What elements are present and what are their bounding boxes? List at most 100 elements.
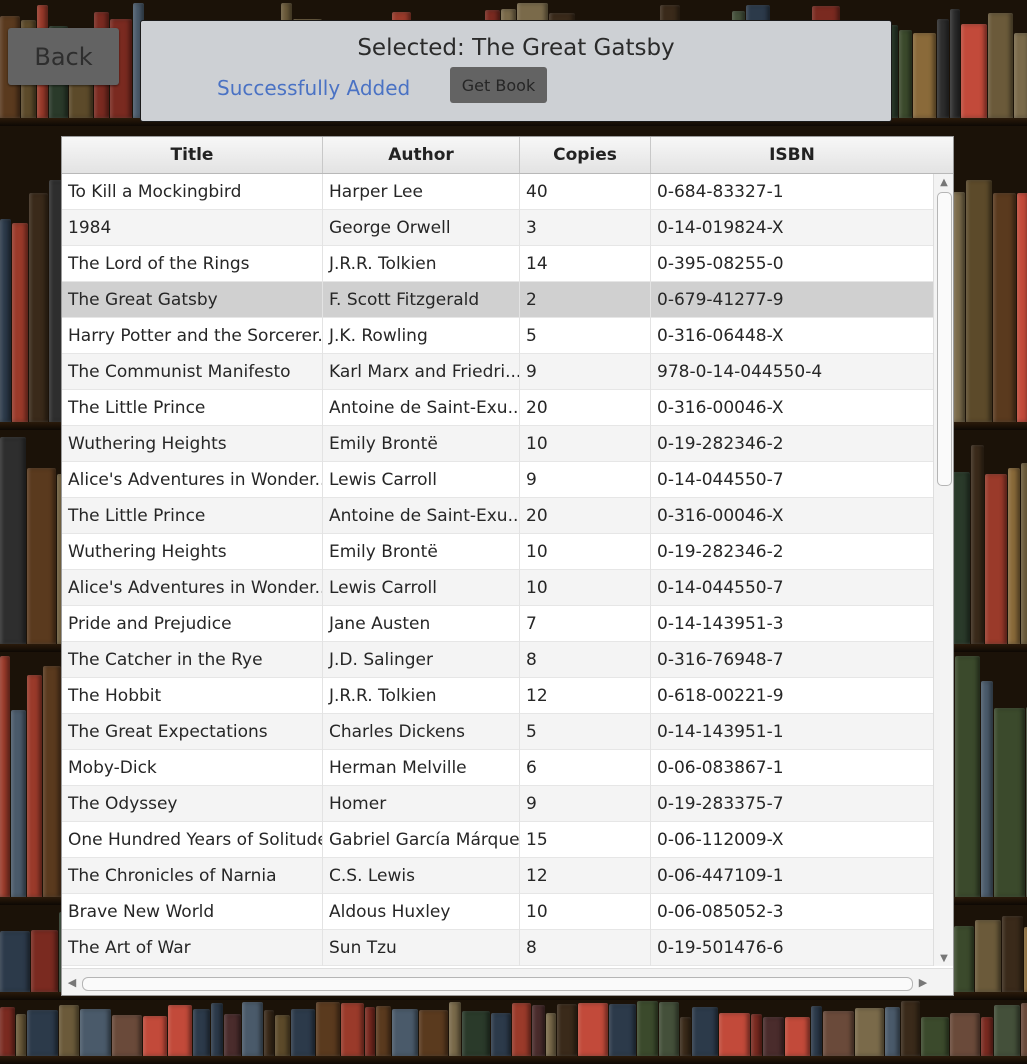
table-row[interactable]: The Art of War Sun Tzu 8 0-19-501476-6 [62, 930, 933, 966]
column-header-title[interactable]: Title [62, 137, 323, 173]
cell-copies: 20 [520, 498, 651, 534]
book-spine [950, 9, 960, 118]
back-button[interactable]: Back [8, 28, 119, 85]
book-spine [27, 1010, 58, 1056]
book-spine [29, 193, 48, 422]
cell-isbn: 978-0-14-044550-4 [657, 362, 823, 382]
book-spine [365, 1007, 375, 1056]
book-spine [785, 1017, 810, 1056]
book-spine [532, 1005, 545, 1056]
cell-isbn: 0-14-044550-7 [657, 470, 784, 490]
book-spine [392, 1009, 418, 1056]
cell-copies: 10 [520, 894, 651, 930]
book-spine [211, 1003, 223, 1056]
cell-author: Antoine de Saint-Exu... [323, 498, 520, 534]
cell-title: The Lord of the Rings [62, 246, 323, 282]
column-header-isbn[interactable]: ISBN [651, 137, 933, 173]
book-spine [719, 1013, 750, 1056]
cell-author: Karl Marx and Friedri... [323, 354, 520, 390]
status-message: Successfully Added [217, 76, 411, 100]
cell-copies: 9 [520, 462, 651, 498]
column-header-copies[interactable]: Copies [520, 137, 651, 173]
book-spine [1021, 463, 1027, 644]
cell-author: Sun Tzu [323, 930, 520, 966]
vertical-scroll-thumb[interactable] [937, 192, 952, 486]
cell-copies: 6 [520, 750, 651, 786]
table-row[interactable]: The Little Prince Antoine de Saint-Exu...… [62, 390, 933, 426]
table-row[interactable]: The Chronicles of Narnia C.S. Lewis 12 0-06… [62, 858, 933, 894]
table-row[interactable]: Brave New World Aldous Huxley 10 0-06-08505… [62, 894, 933, 930]
column-header-author[interactable]: Author [323, 137, 520, 173]
cell-isbn: 0-14-143951-1 [657, 722, 784, 742]
cell-author: Lewis Carroll [323, 570, 520, 606]
cell-isbn: 0-395-08255-0 [657, 254, 784, 274]
cell-author: Emily Brontë [323, 534, 520, 570]
vertical-scrollbar[interactable]: ▲ ▼ [933, 174, 953, 966]
cell-author: Aldous Huxley [323, 894, 520, 930]
table-row[interactable]: The Catcher in the Rye J.D. Salinger 8 0-31… [62, 642, 933, 678]
book-spine [80, 1009, 111, 1056]
table-row[interactable]: One Hundred Years of Solitude Gabriel Gar… [62, 822, 933, 858]
cell-isbn: 0-19-282346-2 [657, 434, 784, 454]
book-spine [609, 1004, 636, 1056]
book-spine [512, 1003, 531, 1056]
cell-author: Emily Brontë [323, 426, 520, 462]
table-row[interactable]: Pride and Prejudice Jane Austen 7 0-14-1439… [62, 606, 933, 642]
book-spine [899, 30, 912, 118]
table-row[interactable]: The Communist Manifesto Karl Marx and Fri… [62, 354, 933, 390]
cell-title: The Communist Manifesto [62, 354, 323, 390]
book-spine [31, 930, 58, 992]
table-row[interactable]: The Great Expectations Charles Dickens 5 0-… [62, 714, 933, 750]
book-spine [659, 1002, 679, 1056]
table-row[interactable]: The Hobbit J.R.R. Tolkien 12 0-618-00221-9 [62, 678, 933, 714]
book-spine [1017, 193, 1027, 422]
cell-isbn: 0-06-447109-1 [657, 866, 784, 886]
cell-copies: 15 [520, 822, 651, 858]
scroll-down-icon[interactable]: ▼ [934, 950, 953, 966]
book-spine [1014, 33, 1027, 118]
table-row[interactable]: To Kill a Mockingbird Harper Lee 40 0-684-8… [62, 174, 933, 210]
cell-copies: 14 [520, 246, 651, 282]
cell-copies: 5 [520, 714, 651, 750]
book-spine [557, 1004, 577, 1056]
table-row[interactable]: The Lord of the Rings J.R.R. Tolkien 14 0-3… [62, 246, 933, 282]
cell-copies: 2 [520, 282, 651, 318]
book-spine [1021, 1003, 1027, 1056]
book-spine [994, 1005, 1020, 1056]
cell-author: Gabriel García Márquez [323, 822, 520, 858]
book-spine [462, 1011, 490, 1056]
cell-isbn: 0-19-283375-7 [657, 794, 784, 814]
table-row[interactable]: 1984 George Orwell 3 0-14-019824-X [62, 210, 933, 246]
cell-title: The Art of War [62, 930, 323, 966]
book-spine [112, 1015, 142, 1056]
horizontal-scroll-thumb[interactable] [82, 977, 913, 991]
cell-title: The Great Gatsby [62, 282, 323, 318]
table-row[interactable]: Harry Potter and the Sorcerer... J.K. Row… [62, 318, 933, 354]
table-row[interactable]: Wuthering Heights Emily Brontë 10 0-19-2823… [62, 534, 933, 570]
table-row[interactable]: The Great Gatsby F. Scott Fitzgerald 2 0-67… [62, 282, 933, 318]
book-spine [966, 180, 992, 422]
table-row[interactable]: Alice's Adventures in Wonder... Lewis Car… [62, 462, 933, 498]
cell-copies: 3 [520, 210, 651, 246]
cell-copies: 7 [520, 606, 651, 642]
scroll-left-icon[interactable]: ◀ [64, 969, 80, 995]
book-spine [419, 1010, 448, 1056]
cell-copies: 40 [520, 174, 651, 210]
table-row[interactable]: Alice's Adventures in Wonder... Lewis Car… [62, 570, 933, 606]
get-book-button[interactable]: Get Book [450, 67, 547, 103]
scroll-up-icon[interactable]: ▲ [934, 174, 953, 190]
table-row[interactable]: Wuthering Heights Emily Brontë 10 0-19-2823… [62, 426, 933, 462]
scroll-right-icon[interactable]: ▶ [915, 969, 931, 995]
cell-isbn: 0-06-112009-X [657, 830, 784, 850]
book-spine [491, 1013, 511, 1056]
table-row[interactable]: Moby-Dick Herman Melville 6 0-06-083867-1 [62, 750, 933, 786]
table-row[interactable]: The Little Prince Antoine de Saint-Exu...… [62, 498, 933, 534]
books-table[interactable]: Title Author Copies ISBN To Kill a Mocki… [61, 136, 954, 996]
cell-copies: 10 [520, 426, 651, 462]
book-spine [27, 468, 56, 644]
horizontal-scrollbar[interactable]: ◀ ▶ [62, 968, 953, 995]
cell-title: Alice's Adventures in Wonder... [62, 462, 323, 498]
table-row[interactable]: The Odyssey Homer 9 0-19-283375-7 [62, 786, 933, 822]
book-spine [0, 931, 30, 992]
cell-title: Wuthering Heights [62, 534, 323, 570]
